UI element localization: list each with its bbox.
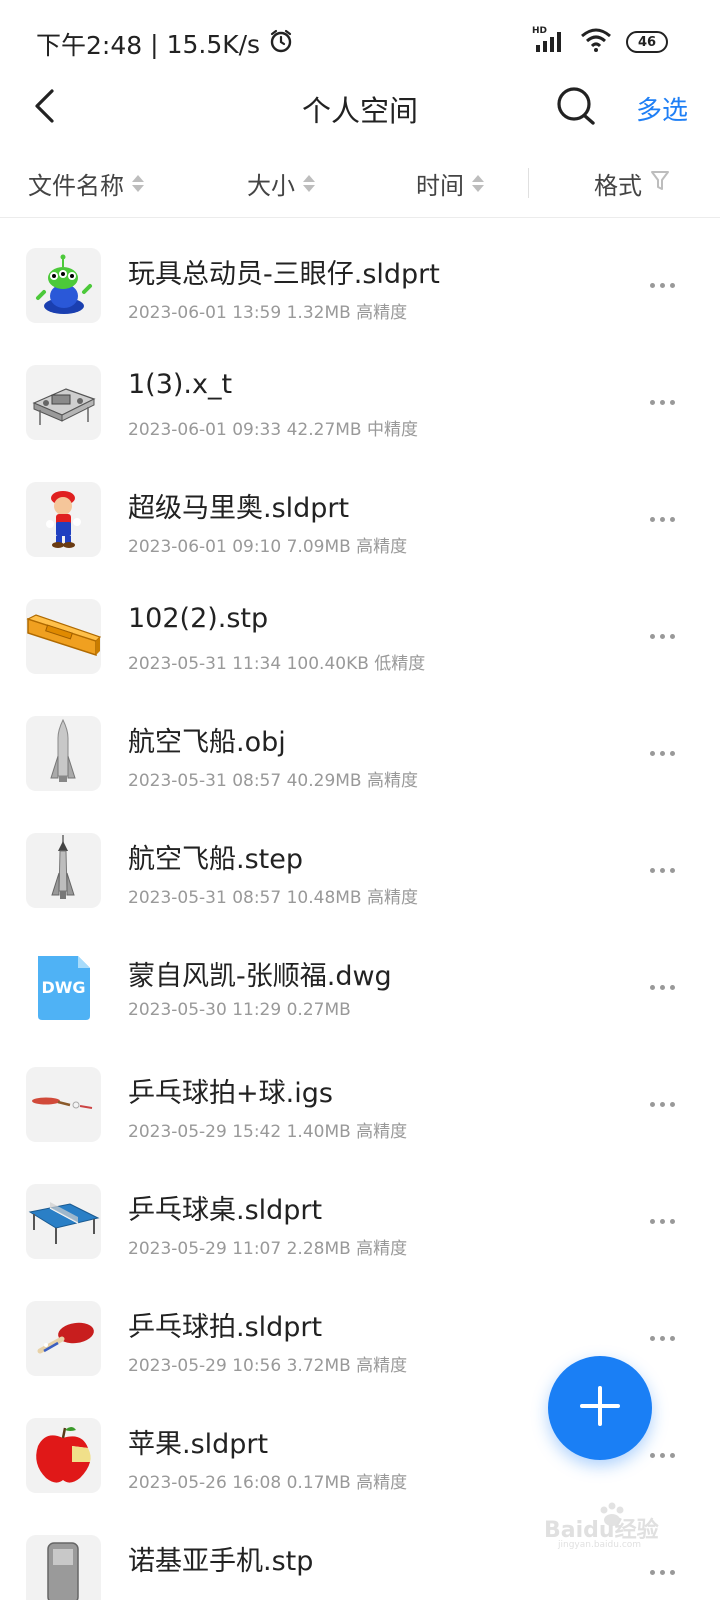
phone-thumbnail: [26, 1535, 101, 1600]
file-name: 航空飞船.obj: [128, 727, 286, 758]
file-name: 超级马里奥.sldprt: [128, 493, 350, 524]
page-title: 个人空间: [301, 94, 418, 128]
sort-arrows-icon: [472, 175, 484, 192]
sort-name-label: 文件名称: [28, 172, 124, 200]
add-file-button[interactable]: [548, 1356, 652, 1460]
file-meta: 2023-06-01 13:59 1.32MB 高精度: [128, 303, 408, 323]
file-row[interactable]: 航空飞船.obj 2023-05-31 08:57 40.29MB 高精度: [0, 696, 720, 813]
dwg-file-icon: DWG: [26, 950, 101, 1025]
file-meta: 2023-05-31 08:57 40.29MB 高精度: [128, 771, 418, 791]
multi-select-button[interactable]: 多选: [636, 90, 688, 127]
network-badge: HD: [532, 26, 548, 36]
file-meta: 2023-06-01 09:10 7.09MB 高精度: [128, 537, 408, 557]
file-row[interactable]: DWG 蒙自风凯-张顺福.dwg 2023-05-30 11:29 0.27MB: [0, 930, 720, 1047]
file-name: 苹果.sldprt: [128, 1429, 269, 1460]
file-meta: 2023-06-01 09:33 42.27MB 中精度: [128, 420, 418, 440]
file-row[interactable]: 乒乓球拍+球.igs 2023-05-29 15:42 1.40MB 高精度: [0, 1047, 720, 1164]
more-options-icon[interactable]: [650, 512, 680, 526]
alarm-icon: [268, 28, 294, 60]
file-name: 玩具总动员-三眼仔.sldprt: [128, 259, 440, 290]
file-meta: 2023-05-29 10:56 3.72MB 高精度: [128, 1356, 408, 1376]
dwg-label: DWG: [41, 978, 86, 997]
file-meta: 2023-05-29 11:07 2.28MB 高精度: [128, 1239, 408, 1259]
file-meta: 2023-05-30 11:29 0.27MB: [128, 1000, 351, 1020]
file-row[interactable]: 102(2).stp 2023-05-31 11:34 100.40KB 低精度: [0, 579, 720, 696]
sort-by-time[interactable]: 时间: [416, 166, 484, 201]
file-row[interactable]: 玩具总动员-三眼仔.sldprt 2023-06-01 13:59 1.32MB…: [0, 228, 720, 345]
watermark-sub: jingyan.baidu.com: [558, 1540, 642, 1550]
search-button[interactable]: [554, 86, 598, 130]
filter-icon: [650, 170, 670, 198]
filter-by-format[interactable]: 格式: [594, 166, 670, 201]
wifi-icon: [580, 28, 612, 56]
file-row[interactable]: 乒乓球桌.sldprt 2023-05-29 11:07 2.28MB 高精度: [0, 1164, 720, 1281]
file-name: 乒乓球拍+球.igs: [128, 1078, 333, 1109]
baidu-watermark: Baidu经验 jingyan.baidu.com: [540, 1500, 680, 1550]
more-options-icon[interactable]: [650, 863, 680, 877]
orange-part-thumbnail: [26, 599, 101, 674]
search-icon: [555, 85, 597, 131]
file-meta: 2023-05-29 15:42 1.40MB 高精度: [128, 1122, 408, 1142]
sort-by-name[interactable]: 文件名称: [28, 166, 144, 201]
sort-size-label: 大小: [247, 172, 295, 200]
more-options-icon[interactable]: [650, 1097, 680, 1111]
mario-model-thumbnail: [26, 482, 101, 557]
rocket-thumbnail: [26, 716, 101, 791]
status-net-speed: 15.5K/s: [166, 29, 261, 59]
file-row[interactable]: 1(3).x_t 2023-06-01 09:33 42.27MB 中精度: [0, 345, 720, 462]
sort-bar: 文件名称 大小 时间 格式: [0, 158, 720, 218]
plus-icon: [578, 1384, 622, 1432]
signal-icon: HD: [532, 26, 566, 54]
file-name: 蒙自风凯-张顺福.dwg: [128, 961, 392, 992]
file-name: 诺基亚手机.stp: [128, 1546, 314, 1577]
rocket-thumbnail: [26, 833, 101, 908]
more-options-icon[interactable]: [650, 278, 680, 292]
more-options-icon[interactable]: [650, 629, 680, 643]
more-options-icon[interactable]: [650, 1448, 680, 1462]
more-options-icon[interactable]: [650, 1331, 680, 1345]
more-options-icon[interactable]: [650, 746, 680, 760]
paddle-thumbnail: [26, 1301, 101, 1376]
sort-time-label: 时间: [416, 172, 464, 200]
more-options-icon[interactable]: [650, 395, 680, 409]
file-name: 航空飞船.step: [128, 844, 303, 875]
apple-thumbnail: [26, 1418, 101, 1493]
file-meta: 2023-05-31 08:57 10.48MB 高精度: [128, 888, 418, 908]
sort-arrows-icon: [303, 175, 315, 192]
more-options-icon[interactable]: [650, 980, 680, 994]
file-name: 乒乓球拍.sldprt: [128, 1312, 323, 1343]
title-bar: 个人空间 多选: [0, 72, 720, 144]
battery-icon: 46: [626, 31, 668, 53]
machine-model-thumbnail: [26, 365, 101, 440]
sort-by-size[interactable]: 大小: [247, 166, 315, 201]
back-arrow-icon: [32, 88, 56, 128]
back-button[interactable]: [22, 86, 66, 130]
alien-model-thumbnail: [26, 248, 101, 323]
status-time: 下午2:48: [36, 31, 143, 60]
status-left: 下午2:48 | 15.5K/s: [36, 26, 294, 62]
file-row[interactable]: 航空飞船.step 2023-05-31 08:57 10.48MB 高精度: [0, 813, 720, 930]
more-options-icon[interactable]: [650, 1565, 680, 1579]
sort-divider: [528, 168, 529, 198]
status-right: HD 46: [532, 26, 668, 56]
file-meta: 2023-05-26 16:08 0.17MB 高精度: [128, 1473, 408, 1493]
sort-arrows-icon: [132, 175, 144, 192]
file-name: 1(3).x_t: [128, 369, 233, 400]
sort-format-label: 格式: [594, 172, 642, 200]
file-row[interactable]: 超级马里奥.sldprt 2023-06-01 09:10 7.09MB 高精度: [0, 462, 720, 579]
file-name: 乒乓球桌.sldprt: [128, 1195, 323, 1226]
file-name: 102(2).stp: [128, 603, 269, 634]
paddle-ball-thumbnail: [26, 1067, 101, 1142]
more-options-icon[interactable]: [650, 1214, 680, 1228]
pingpong-table-thumbnail: [26, 1184, 101, 1259]
status-bar: 下午2:48 | 15.5K/s HD 46: [0, 0, 720, 80]
battery-level: 46: [637, 34, 657, 50]
status-separator: |: [150, 29, 159, 59]
file-meta: 2023-05-31 11:34 100.40KB 低精度: [128, 654, 426, 674]
